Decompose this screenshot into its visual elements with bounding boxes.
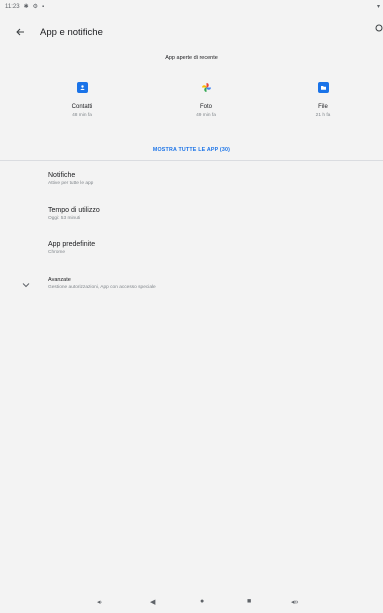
setting-title: Notifiche	[48, 172, 76, 179]
files-icon	[317, 82, 329, 93]
setting-title: Avanzate	[48, 277, 71, 283]
app-last-used: 21 h fa	[315, 113, 331, 118]
back-icon[interactable]: ◀	[150, 598, 155, 606]
setting-summary: Attive per tutte le app	[48, 181, 94, 186]
setting-default-apps[interactable]: App predefinite Chrome	[48, 241, 348, 255]
recent-app-photos[interactable]: Foto 49 min fa	[171, 82, 241, 118]
setting-notifications[interactable]: Notifiche Attive per tutte le app	[48, 172, 348, 186]
status-icons: ✱ ⚙ ▪	[24, 4, 45, 10]
app-last-used: 49 min fa	[196, 113, 216, 118]
app-name: Foto	[199, 104, 212, 110]
photos-icon	[201, 82, 212, 93]
settings-screen: 11:23 ✱ ⚙ ▪ ▾ App e notifiche App aperte…	[0, 0, 383, 613]
recents-icon[interactable]: ■	[247, 598, 251, 605]
home-icon[interactable]: ●	[200, 598, 204, 605]
search-icon[interactable]	[373, 24, 383, 38]
volume-up-icon[interactable]: ◂»	[291, 598, 298, 606]
app-name: Contatti	[71, 104, 93, 110]
recent-app-contacts[interactable]: Contatti 48 min fa	[47, 82, 117, 118]
contacts-icon	[76, 82, 88, 93]
chevron-down-icon	[22, 282, 30, 290]
setting-screen-time[interactable]: Tempo di utilizzo Oggi: 53 minuti	[48, 207, 348, 221]
setting-advanced[interactable]: Avanzate Gestione autorizzazioni, App co…	[48, 277, 348, 290]
recent-app-files[interactable]: File 21 h fa	[288, 82, 358, 118]
sd-card-icon: ▪	[42, 4, 45, 10]
app-name: File	[318, 104, 328, 110]
setting-summary: Gestione autorizzazioni, App con accesso…	[48, 285, 156, 290]
setting-title: App predefinite	[48, 241, 96, 248]
setting-summary: Chrome	[48, 250, 66, 255]
wifi-icon: ▾	[376, 4, 380, 10]
volume-down-icon[interactable]: ◂·	[97, 598, 103, 606]
status-bar: 11:23 ✱ ⚙ ▪ ▾	[0, 0, 383, 14]
toolbar: App e notifiche	[0, 14, 383, 50]
back-arrow-icon[interactable]	[5, 17, 35, 47]
recent-apps-header: App aperte di recente	[165, 55, 218, 61]
page-title: App e notifiche	[40, 26, 103, 38]
setting-title: Tempo di utilizzo	[48, 207, 100, 214]
show-all-apps-button[interactable]: MOSTRA TUTTE LE APP (30)	[0, 147, 383, 153]
divider	[0, 160, 383, 161]
app-last-used: 48 min fa	[72, 113, 92, 118]
setting-summary: Oggi: 53 minuti	[48, 216, 81, 221]
navigation-bar: ◂· ◀ ● ■ ◂»	[0, 596, 383, 613]
settings-sync-icon: ⚙	[32, 4, 38, 10]
vibrate-icon: ✱	[23, 4, 29, 10]
status-time: 11:23	[5, 4, 20, 10]
